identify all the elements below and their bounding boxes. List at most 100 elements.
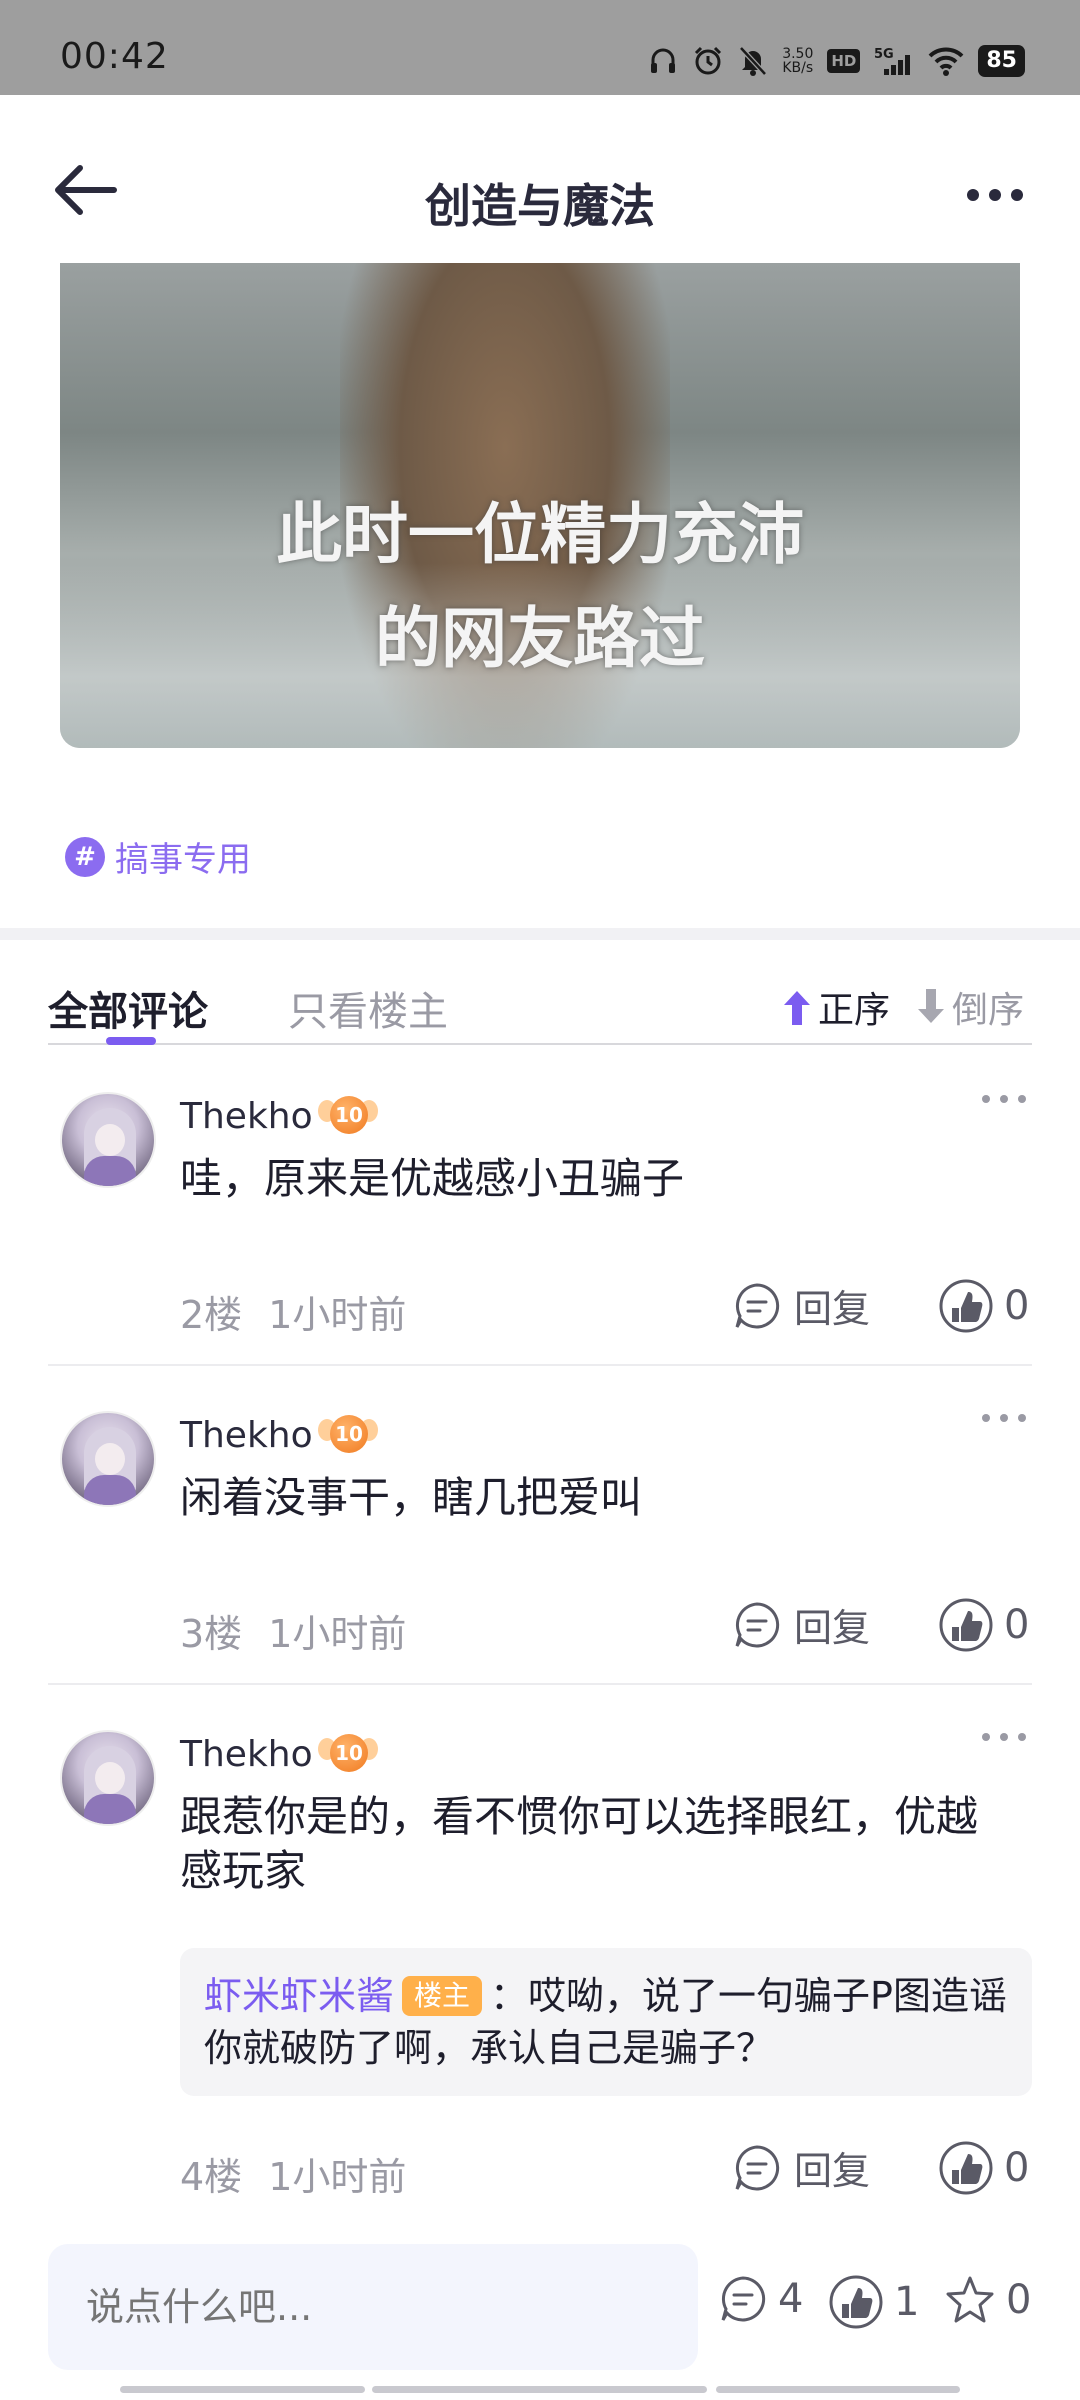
- reply-label: 回复: [794, 1287, 871, 1331]
- comment-bubble-icon: [735, 2144, 780, 2190]
- more-dot: [1000, 1414, 1008, 1422]
- network-speed-value: 3.50: [782, 46, 814, 62]
- level-badge: 10: [318, 1728, 378, 1780]
- active-tab-indicator: [106, 1037, 156, 1045]
- reply-button[interactable]: 回复: [732, 1278, 870, 1333]
- avatar-face: [95, 1124, 125, 1156]
- sort-descending-label: 倒序: [952, 990, 1025, 1031]
- comment-divider: [48, 1683, 1032, 1685]
- svg-text:5G: 5G: [874, 47, 894, 62]
- floor-number: 3楼: [180, 1612, 243, 1656]
- thumbs-up-icon: [939, 2141, 993, 2195]
- comment-bubble-icon: [721, 2276, 766, 2322]
- sub-reply-separator: ：: [490, 1974, 529, 2018]
- arrow-down-icon: [918, 989, 944, 1023]
- post-image-caption-line1: 此时一位精力充沛: [276, 496, 804, 573]
- post-image-caption: 此时一位精力充沛 的网友路过: [60, 483, 1020, 691]
- comments-count-button[interactable]: 4: [718, 2274, 803, 2324]
- gesture-bar-segment: [120, 2386, 365, 2393]
- comment-more-button[interactable]: [982, 1084, 1026, 1114]
- more-options-button[interactable]: [950, 175, 1040, 215]
- status-icons: 3.50 KB/s HD 5G 85: [648, 38, 1025, 84]
- post-like-button[interactable]: 1: [828, 2274, 919, 2330]
- more-dots-icon: [982, 1733, 990, 1741]
- comment-username[interactable]: Thekho: [180, 1096, 313, 1137]
- section-separator: [0, 928, 1080, 940]
- like-button[interactable]: 0: [938, 2140, 1029, 2196]
- comment-username[interactable]: Thekho: [180, 1415, 313, 1456]
- comment-item: Thekho 10 闲着没事干，瞎几把爱叫 3楼 1小时前 回复 0: [48, 1411, 1032, 1731]
- avatar[interactable]: [60, 1730, 156, 1826]
- gesture-bar-segment: [372, 2386, 707, 2393]
- sub-reply-username[interactable]: 虾米虾米酱: [204, 1974, 394, 2018]
- reply-button[interactable]: 回复: [732, 2140, 870, 2195]
- comment-footer: 4楼 1小时前 回复 0: [48, 2140, 1032, 2230]
- comment-input[interactable]: [48, 2244, 698, 2370]
- more-dots-icon: [982, 1095, 990, 1103]
- thumbs-up-icon: [829, 2275, 883, 2329]
- more-dot: [1000, 1095, 1008, 1103]
- thumbs-up-icon: [939, 1279, 993, 1333]
- floor-number: 4楼: [180, 2155, 243, 2199]
- level-badge: 10: [318, 1409, 378, 1461]
- comment-count: 4: [778, 2276, 804, 2322]
- comment-text: 跟惹你是的，看不惯你可以选择眼红，优越感玩家: [180, 1792, 979, 1895]
- more-dots-icon: [967, 189, 979, 201]
- post-image[interactable]: 此时一位精力充沛 的网友路过: [60, 263, 1020, 748]
- comment-more-button[interactable]: [982, 1722, 1026, 1752]
- comment-meta: 3楼 1小时前: [180, 1603, 406, 1658]
- like-count: 0: [1004, 1283, 1030, 1329]
- sort-descending-button[interactable]: 倒序: [914, 981, 1024, 1033]
- comment-time: 1小时前: [268, 2155, 407, 2199]
- tab-owner-only[interactable]: 只看楼主: [288, 979, 448, 1037]
- comment-tabs: 全部评论 只看楼主 正序 倒序: [48, 975, 1032, 1045]
- more-dots-icon: [982, 1414, 990, 1422]
- battery-indicator: 85: [978, 45, 1025, 77]
- topic-tag-label: 搞事专用: [115, 840, 251, 880]
- favorite-button[interactable]: 0: [944, 2274, 1031, 2326]
- reply-label: 回复: [794, 1606, 871, 1650]
- reply-label: 回复: [794, 2149, 871, 2193]
- like-button[interactable]: 0: [938, 1597, 1029, 1653]
- favorite-count: 0: [1006, 2277, 1032, 2323]
- avatar-face: [95, 1443, 125, 1475]
- comment-meta: 2楼 1小时前: [180, 1284, 406, 1339]
- comment-username[interactable]: Thekho: [180, 1734, 313, 1775]
- avatar[interactable]: [60, 1092, 156, 1188]
- like-count: 0: [1004, 2145, 1030, 2191]
- topic-tag[interactable]: # 搞事专用: [65, 832, 251, 881]
- comment-more-button[interactable]: [982, 1403, 1026, 1433]
- gesture-bar-segment: [716, 2386, 960, 2393]
- avatar[interactable]: [60, 1411, 156, 1507]
- sort-ascending-button[interactable]: 正序: [780, 981, 890, 1033]
- network-speed-unit: KB/s: [782, 60, 814, 76]
- more-dot: [1018, 1414, 1026, 1422]
- more-dot: [1018, 1733, 1026, 1741]
- sub-reply[interactable]: 虾米虾米酱 楼主 ：哎呦，说了一句骗子P图造谣你就破防了啊，承认自己是骗子？: [180, 1948, 1032, 2096]
- comment-divider: [48, 1364, 1032, 1366]
- sort-ascending-label: 正序: [818, 990, 891, 1031]
- network-speed: 3.50 KB/s: [782, 47, 813, 75]
- mute-bell-icon: [739, 46, 768, 76]
- tab-all-comments[interactable]: 全部评论: [48, 979, 208, 1037]
- avatar-dress: [84, 1156, 136, 1186]
- signal-5g-icon: 5G: [874, 47, 911, 75]
- avatar-face: [95, 1762, 125, 1794]
- comment-bubble-icon: [735, 1282, 780, 1328]
- more-dot: [1018, 1095, 1026, 1103]
- headphones-icon: [651, 48, 676, 73]
- hashtag-icon: #: [65, 836, 105, 877]
- star-icon: [946, 2276, 994, 2323]
- like-count: 0: [1004, 1602, 1030, 1648]
- floor-number: 2楼: [180, 1293, 243, 1337]
- comment-time: 1小时前: [268, 1293, 407, 1337]
- arrow-up-icon: [784, 991, 810, 1025]
- status-time: 00:42: [60, 36, 169, 77]
- more-dot: [1000, 1733, 1008, 1741]
- alarm-icon: [695, 46, 722, 75]
- page-title: 创造与魔法: [425, 179, 655, 233]
- like-button[interactable]: 0: [938, 1278, 1029, 1334]
- level-badge: 10: [318, 1090, 378, 1142]
- post-like-count: 1: [894, 2279, 920, 2325]
- reply-button[interactable]: 回复: [732, 1597, 870, 1652]
